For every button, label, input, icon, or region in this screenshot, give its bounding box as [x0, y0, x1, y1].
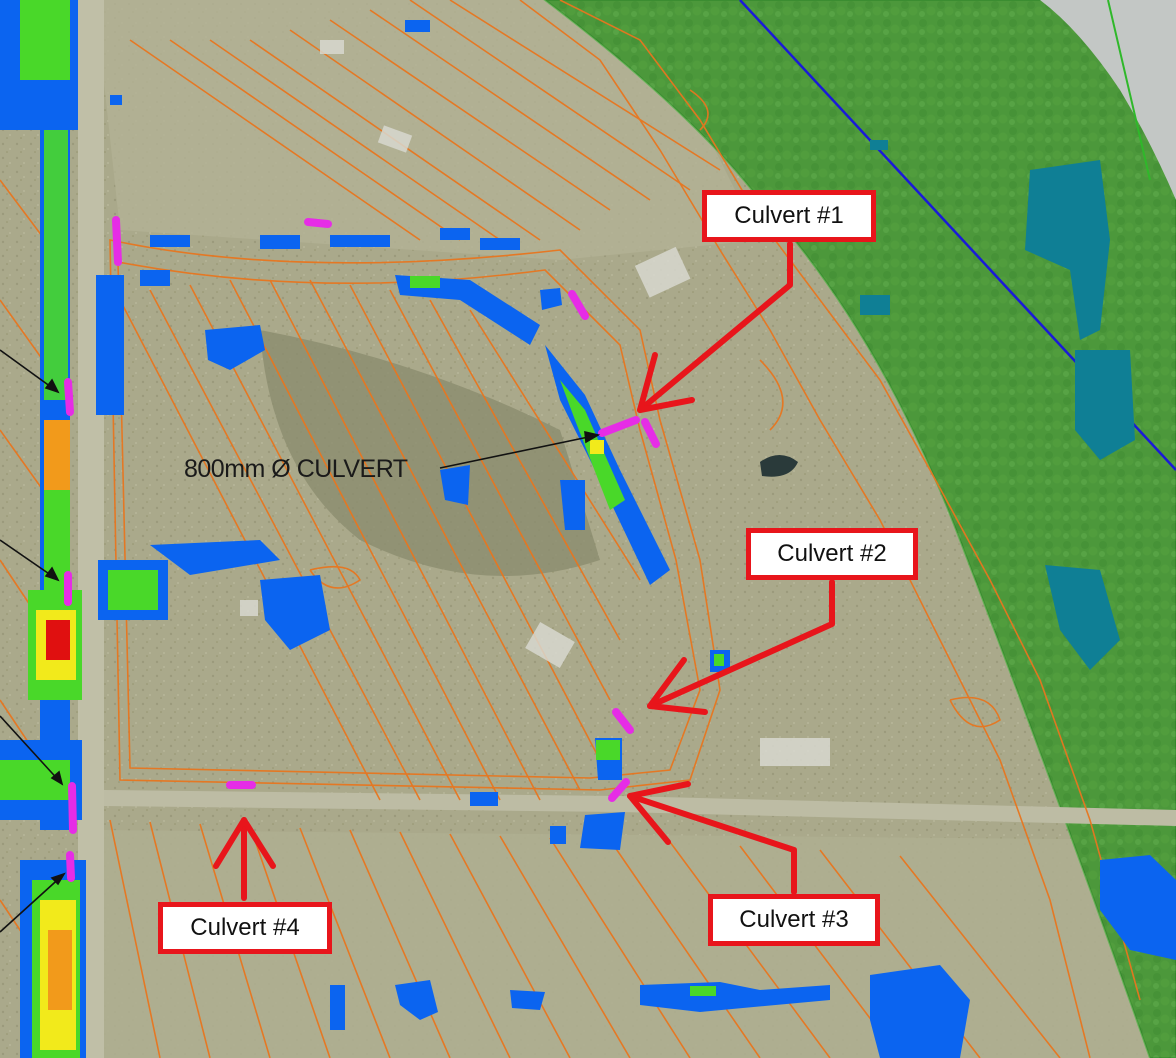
culvert-4-callout[interactable]: Culvert #4	[158, 902, 332, 954]
culvert-size-label: 800mm Ø CULVERT	[184, 455, 408, 483]
culvert-2-callout[interactable]: Culvert #2	[746, 528, 918, 580]
culvert-1-callout[interactable]: Culvert #1	[702, 190, 876, 242]
map-view[interactable]: 800mm Ø CULVERT Culvert #1 Culvert #2 Cu…	[0, 0, 1176, 1058]
culvert-3-callout[interactable]: Culvert #3	[708, 894, 880, 946]
map-canvas	[0, 0, 1176, 1058]
